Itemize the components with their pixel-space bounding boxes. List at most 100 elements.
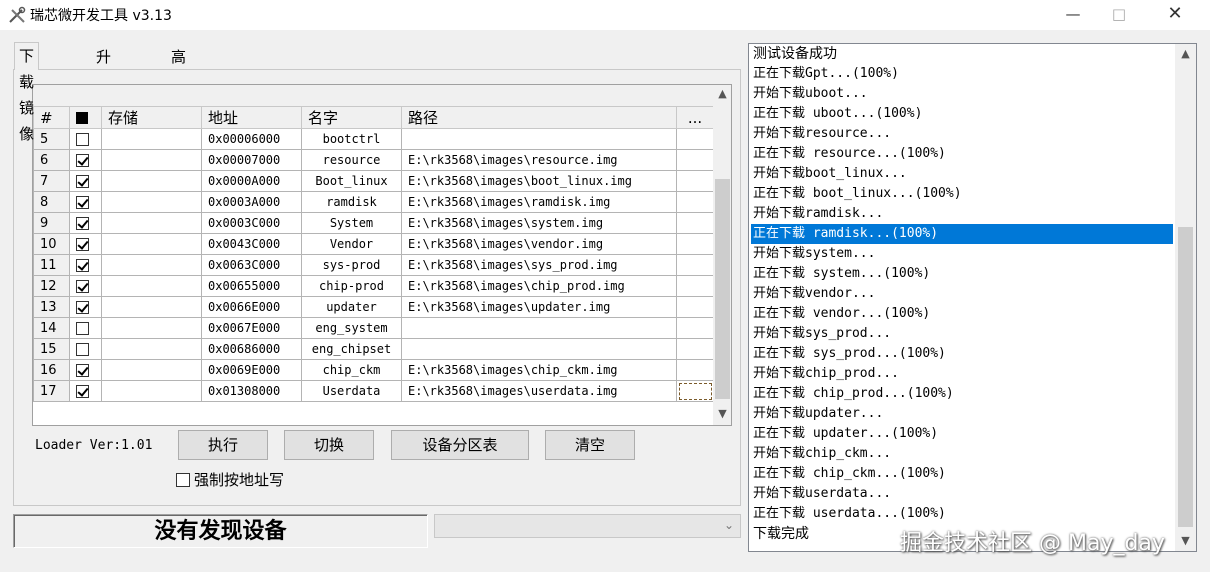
row-path[interactable] bbox=[401, 317, 677, 339]
row-more[interactable] bbox=[676, 128, 714, 150]
table-row[interactable]: 17 0x01308000 Userdata E:\rk3568\images\use… bbox=[33, 380, 714, 402]
log-list[interactable]: 测试设备成功 正在下载Gpt...(100%) 开始下载uboot... 正在下载 u… bbox=[748, 43, 1197, 552]
log-item[interactable]: 正在下载 boot_linux...(100%) bbox=[751, 184, 1173, 204]
tab-download-image[interactable]: 下载镜像 bbox=[14, 42, 40, 143]
row-storage[interactable] bbox=[101, 380, 202, 402]
table-row[interactable]: 7 0x0000A000 Boot_linux E:\rk3568\images\bo… bbox=[33, 170, 714, 192]
maximize-button[interactable]: □ bbox=[1096, 0, 1142, 30]
row-path[interactable]: E:\rk3568\images\userdata.img bbox=[401, 380, 677, 402]
row-more[interactable] bbox=[676, 191, 714, 213]
row-address[interactable]: 0x0003A000 bbox=[201, 191, 302, 213]
row-storage[interactable] bbox=[101, 254, 202, 276]
row-address[interactable]: 0x00006000 bbox=[201, 128, 302, 150]
row-storage[interactable] bbox=[101, 296, 202, 318]
log-item[interactable]: 正在下载 system...(100%) bbox=[751, 264, 1173, 284]
minimize-button[interactable]: — bbox=[1050, 0, 1096, 30]
col-header-path[interactable]: 路径 bbox=[401, 106, 677, 129]
row-checkbox[interactable] bbox=[76, 259, 89, 272]
row-more[interactable] bbox=[676, 149, 714, 171]
row-checkbox-cell[interactable] bbox=[69, 233, 102, 255]
row-checkbox-cell[interactable] bbox=[69, 128, 102, 150]
row-path[interactable]: E:\rk3568\images\sys_prod.img bbox=[401, 254, 677, 276]
row-path[interactable] bbox=[401, 128, 677, 150]
row-more[interactable] bbox=[676, 233, 714, 255]
row-path[interactable]: E:\rk3568\images\vendor.img bbox=[401, 233, 677, 255]
col-header-more[interactable]: ... bbox=[676, 106, 714, 129]
row-storage[interactable] bbox=[101, 317, 202, 339]
row-more[interactable] bbox=[676, 317, 714, 339]
table-row[interactable]: 16 0x0069E000 chip_ckm E:\rk3568\images\chi… bbox=[33, 359, 714, 381]
row-address[interactable]: 0x0067E000 bbox=[201, 317, 302, 339]
row-storage[interactable] bbox=[101, 275, 202, 297]
log-item[interactable]: 正在下载 ramdisk...(100%) bbox=[751, 224, 1173, 244]
table-row[interactable]: 12 0x00655000 chip-prod E:\rk3568\images\ch… bbox=[33, 275, 714, 297]
row-address[interactable]: 0x0063C000 bbox=[201, 254, 302, 276]
log-item[interactable]: 正在下载 sys_prod...(100%) bbox=[751, 344, 1173, 364]
row-checkbox-cell[interactable] bbox=[69, 212, 102, 234]
row-checkbox-cell[interactable] bbox=[69, 275, 102, 297]
row-address[interactable]: 0x0003C000 bbox=[201, 212, 302, 234]
row-checkbox[interactable] bbox=[76, 154, 89, 167]
log-item[interactable]: 正在下载 userdata...(100%) bbox=[751, 504, 1173, 524]
col-header-address[interactable]: 地址 bbox=[201, 106, 302, 129]
row-storage[interactable] bbox=[101, 359, 202, 381]
row-path[interactable]: E:\rk3568\images\boot_linux.img bbox=[401, 170, 677, 192]
row-storage[interactable] bbox=[101, 128, 202, 150]
log-item[interactable]: 开始下载resource... bbox=[751, 124, 1173, 144]
row-path[interactable]: E:\rk3568\images\ramdisk.img bbox=[401, 191, 677, 213]
select-all-checkbox[interactable] bbox=[76, 112, 88, 124]
execute-button[interactable]: 执行 bbox=[178, 430, 268, 460]
table-row[interactable]: 13 0x0066E000 updater E:\rk3568\images\upda… bbox=[33, 296, 714, 318]
row-checkbox[interactable] bbox=[76, 238, 89, 251]
log-scrollbar[interactable]: ▲ ▼ bbox=[1175, 44, 1196, 551]
log-scroll-thumb[interactable] bbox=[1178, 227, 1193, 527]
row-more[interactable] bbox=[676, 359, 714, 381]
row-path[interactable]: E:\rk3568\images\resource.img bbox=[401, 149, 677, 171]
row-address[interactable]: 0x0069E000 bbox=[201, 359, 302, 381]
log-scroll-down-icon[interactable]: ▼ bbox=[1175, 531, 1196, 551]
log-scroll-up-icon[interactable]: ▲ bbox=[1175, 44, 1196, 64]
row-checkbox[interactable] bbox=[76, 343, 89, 356]
row-address[interactable]: 0x0066E000 bbox=[201, 296, 302, 318]
row-checkbox-cell[interactable] bbox=[69, 254, 102, 276]
row-checkbox[interactable] bbox=[76, 322, 89, 335]
log-item[interactable]: 开始下载ramdisk... bbox=[751, 204, 1173, 224]
row-more[interactable] bbox=[676, 275, 714, 297]
grid-scrollbar[interactable]: ▲ ▼ bbox=[713, 85, 731, 425]
table-row[interactable]: 10 0x0043C000 Vendor E:\rk3568\images\vendo… bbox=[33, 233, 714, 255]
row-name[interactable]: Userdata bbox=[301, 380, 402, 402]
log-item[interactable]: 正在下载 uboot...(100%) bbox=[751, 104, 1173, 124]
row-more[interactable] bbox=[676, 212, 714, 234]
close-button[interactable]: ✕ bbox=[1152, 0, 1198, 30]
checkbox-icon[interactable] bbox=[176, 473, 190, 487]
row-checkbox-cell[interactable] bbox=[69, 149, 102, 171]
partition-table-button[interactable]: 设备分区表 bbox=[391, 430, 529, 460]
table-row[interactable]: 15 0x00686000 eng_chipset bbox=[33, 338, 714, 360]
row-address[interactable]: 0x01308000 bbox=[201, 380, 302, 402]
row-checkbox[interactable] bbox=[76, 364, 89, 377]
row-storage[interactable] bbox=[101, 338, 202, 360]
device-select[interactable]: ⌄ bbox=[434, 514, 741, 538]
switch-button[interactable]: 切换 bbox=[284, 430, 374, 460]
table-row[interactable]: 14 0x0067E000 eng_system bbox=[33, 317, 714, 339]
row-name[interactable]: sys-prod bbox=[301, 254, 402, 276]
log-item[interactable]: 正在下载 updater...(100%) bbox=[751, 424, 1173, 444]
row-path[interactable]: E:\rk3568\images\system.img bbox=[401, 212, 677, 234]
table-row[interactable]: 11 0x0063C000 sys-prod E:\rk3568\images\sys… bbox=[33, 254, 714, 276]
row-path[interactable]: E:\rk3568\images\chip_prod.img bbox=[401, 275, 677, 297]
table-row[interactable]: 9 0x0003C000 System E:\rk3568\images\system… bbox=[33, 212, 714, 234]
row-more[interactable] bbox=[676, 338, 714, 360]
row-checkbox-cell[interactable] bbox=[69, 191, 102, 213]
col-header-name[interactable]: 名字 bbox=[301, 106, 402, 129]
log-item[interactable]: 正在下载 chip_prod...(100%) bbox=[751, 384, 1173, 404]
row-checkbox[interactable] bbox=[76, 301, 89, 314]
scroll-up-icon[interactable]: ▲ bbox=[713, 85, 731, 103]
row-checkbox[interactable] bbox=[76, 280, 89, 293]
log-item[interactable]: 测试设备成功 bbox=[751, 44, 1173, 64]
row-address[interactable]: 0x0043C000 bbox=[201, 233, 302, 255]
row-name[interactable]: updater bbox=[301, 296, 402, 318]
table-row[interactable]: 6 0x00007000 resource E:\rk3568\images\reso… bbox=[33, 149, 714, 171]
log-item[interactable]: 正在下载Gpt...(100%) bbox=[751, 64, 1173, 84]
row-more[interactable] bbox=[676, 296, 714, 318]
tab-advanced[interactable]: 高级功能 bbox=[167, 44, 191, 144]
